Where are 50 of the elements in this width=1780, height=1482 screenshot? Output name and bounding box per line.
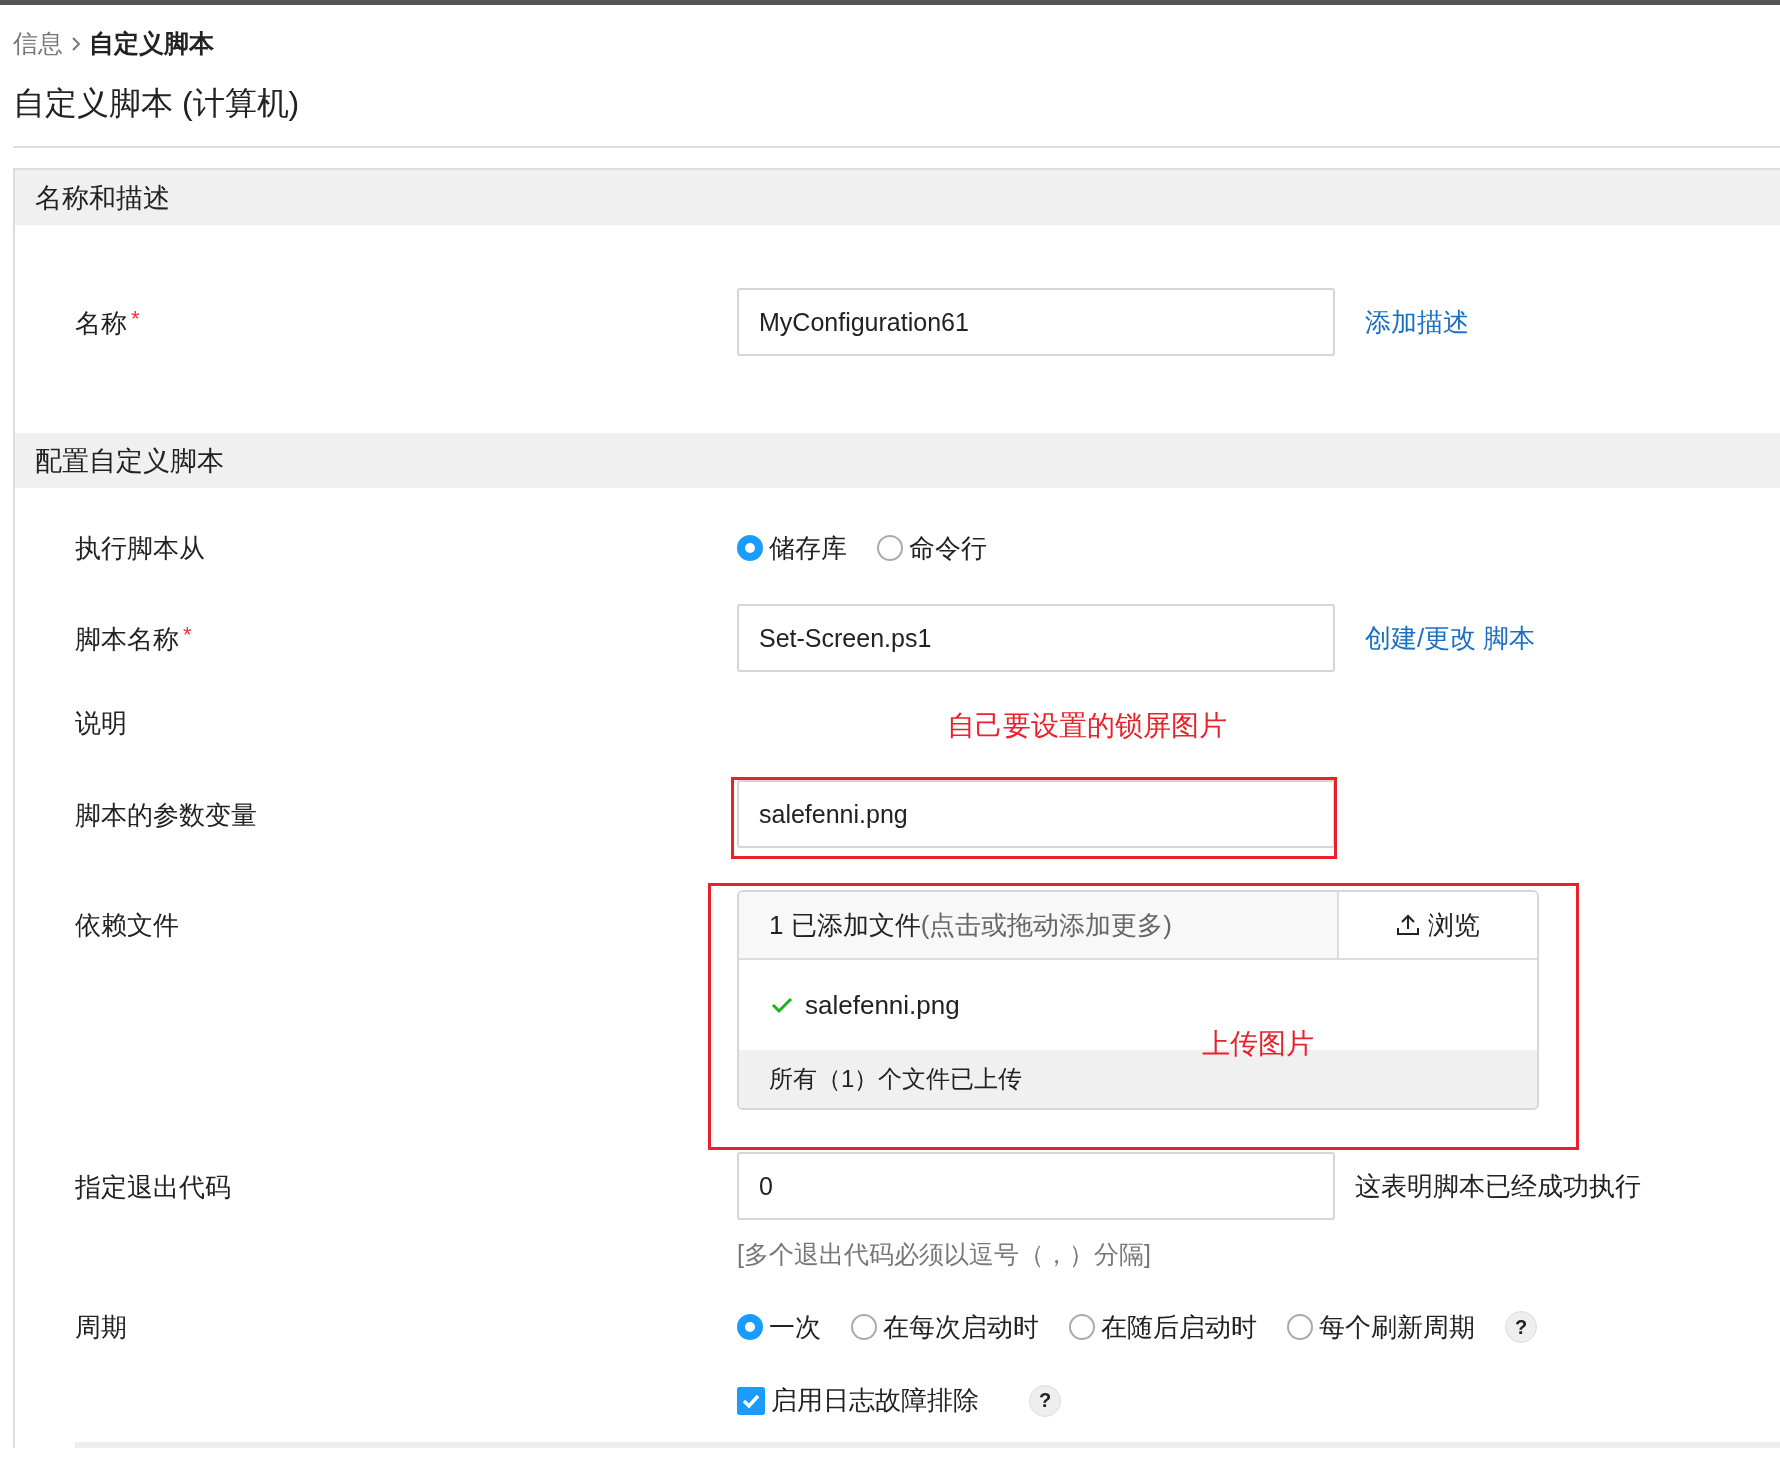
breadcrumb-link[interactable]: 信息 [13, 27, 63, 60]
checkbox[interactable] [737, 1386, 765, 1415]
radio-option[interactable]: 一次 [737, 1309, 821, 1345]
radio-button[interactable] [851, 1314, 877, 1340]
file-name: salefenni.png [805, 989, 960, 1021]
upload-icon [1396, 913, 1420, 937]
radio-button[interactable] [877, 535, 903, 561]
link[interactable]: 创建/更改 脚本 [1365, 620, 1536, 656]
chevron-right-icon [71, 35, 81, 52]
radio-option[interactable]: 在随后启动时 [1069, 1309, 1257, 1345]
text-field[interactable]: Set-Screen.ps1 [737, 604, 1335, 672]
field-label: 说明 [75, 707, 127, 740]
text-field[interactable]: 0 [737, 1152, 1335, 1220]
field-label: 周期 [75, 1310, 127, 1344]
section-title: 配置自定义脚本 [35, 444, 224, 478]
radio-option[interactable]: 在每次启动时 [851, 1309, 1039, 1345]
breadcrumb-current: 自定义脚本 [89, 28, 214, 59]
required-asterisk: * [183, 622, 192, 648]
field-label: 脚本的参数变量 [75, 799, 257, 832]
check-icon [771, 996, 793, 1014]
drop-hint: (点击或拖动添加更多) [920, 908, 1172, 942]
radio-button[interactable] [737, 1314, 763, 1340]
help-button[interactable]: ? [1029, 1384, 1061, 1417]
field-label: 名称 [75, 307, 127, 340]
radio-option[interactable]: 每个刷新周期 [1287, 1309, 1475, 1345]
checkbox-option[interactable]: 启用日志故障排除 [737, 1383, 979, 1418]
help-button[interactable]: ? [1505, 1311, 1537, 1343]
radio-button[interactable] [737, 535, 763, 561]
required-asterisk: * [131, 306, 140, 332]
field-label: 执行脚本从 [75, 531, 205, 565]
field-label: 指定退出代码 [75, 1171, 231, 1204]
field-hint: [多个退出代码必须以逗号（，）分隔] [737, 1239, 1152, 1270]
upload-status: 所有（1）个文件已上传 [769, 1064, 1023, 1094]
drop-zone[interactable]: 1 已添加文件(点击或拖动添加更多) [739, 892, 1337, 958]
page-title: 自定义脚本 (计算机) [12, 84, 301, 123]
radio-button[interactable] [1287, 1314, 1313, 1340]
radio-option[interactable]: 储存库 [737, 530, 847, 566]
field-note: 这表明脚本已经成功执行 [1355, 1169, 1641, 1203]
annotation-text: 上传图片 [1202, 1027, 1314, 1061]
file-count: 1 已添加文件 [769, 908, 921, 942]
text-field[interactable]: MyConfiguration61 [737, 288, 1335, 356]
annotation-text: 自己要设置的锁屏图片 [947, 709, 1227, 743]
field-label: 脚本名称 [75, 623, 179, 656]
section-title: 名称和描述 [35, 181, 170, 215]
field-label: 依赖文件 [75, 909, 179, 942]
link[interactable]: 添加描述 [1365, 304, 1469, 340]
radio-button[interactable] [1069, 1314, 1095, 1340]
radio-option[interactable]: 命令行 [877, 530, 987, 566]
browse-button[interactable]: 浏览 [1337, 892, 1537, 958]
text-field[interactable]: salefenni.png [737, 780, 1335, 848]
